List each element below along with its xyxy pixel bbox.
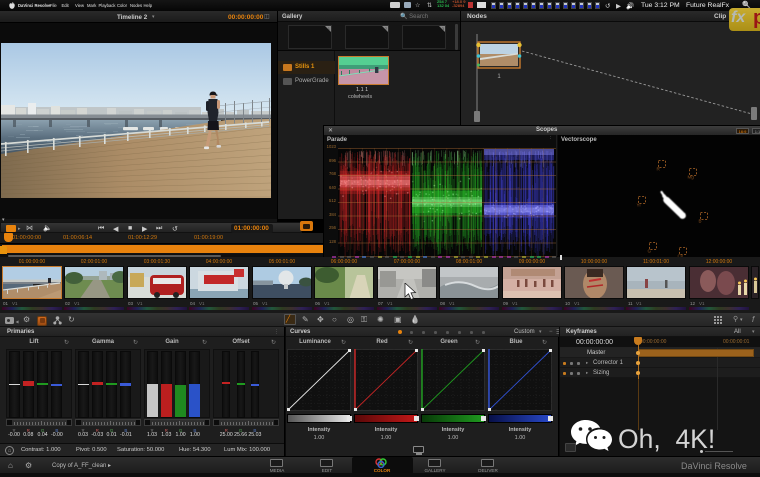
svg-text:Yl: Yl: [637, 203, 641, 208]
svg-text:G: G: [648, 249, 652, 254]
svg-text:B: B: [699, 219, 702, 224]
svg-text:Mg: Mg: [688, 175, 695, 180]
svg-text:1: 1: [497, 74, 501, 80]
